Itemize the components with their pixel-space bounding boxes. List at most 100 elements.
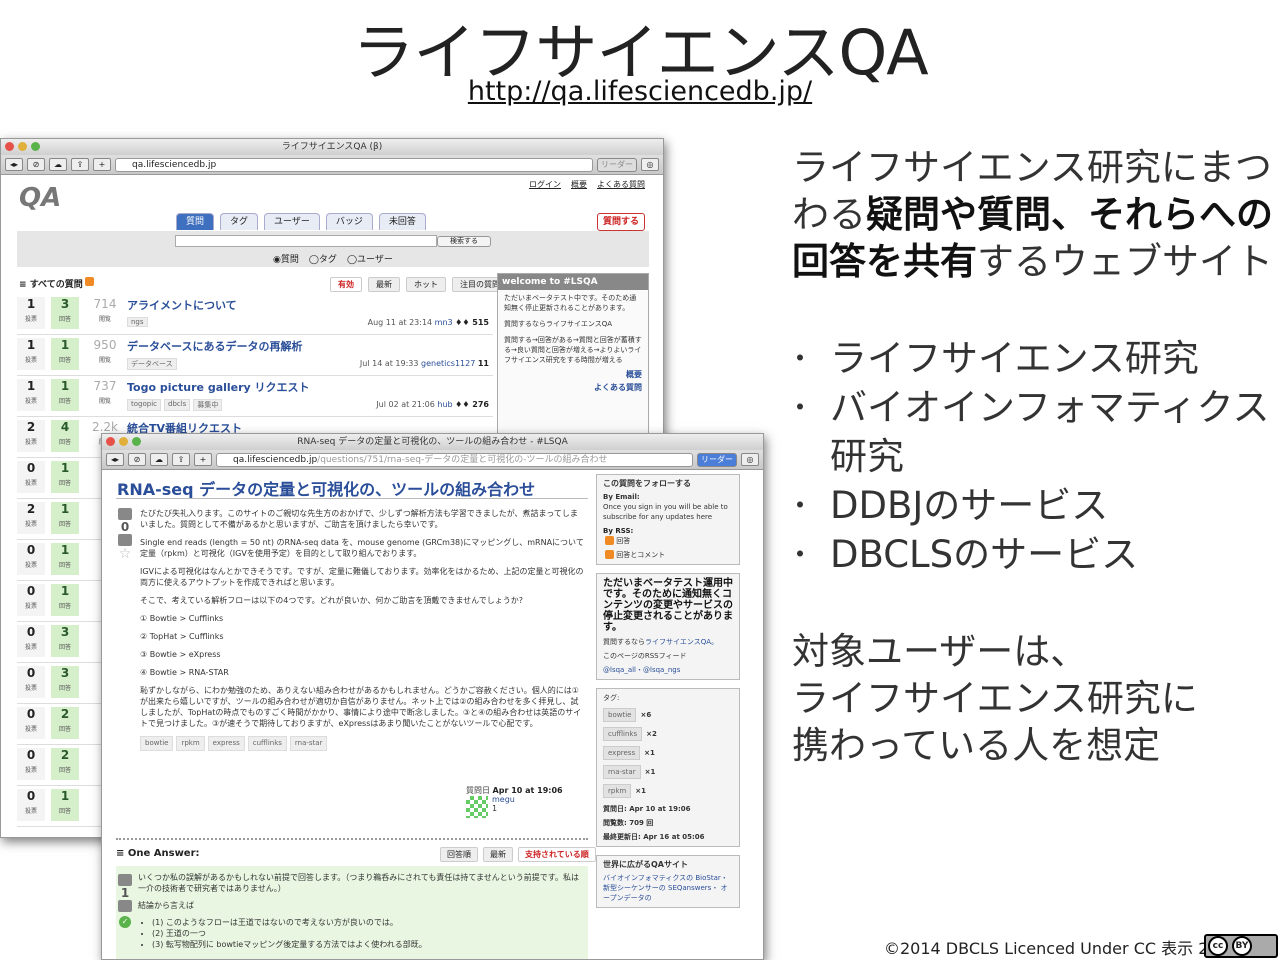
asker-link[interactable]: megu (492, 795, 515, 804)
tag[interactable]: dbcls (164, 399, 191, 411)
tag[interactable]: rna-star (603, 765, 641, 779)
question-title-link[interactable]: Togo picture gallery リクエスト (127, 379, 310, 395)
new-tab-icon[interactable]: + (194, 453, 212, 466)
desc-line-3: 回答を共有するウェブサイト (792, 240, 1273, 283)
welcome-text: ただいまベータテスト中です。そのため通知無く停止更新されることがあります。 (504, 294, 637, 312)
rss-feed-link[interactable]: このページのRSSフィード (603, 651, 733, 661)
ask-link[interactable]: ライフサイエンスQA。 (645, 638, 718, 646)
cloud-icon[interactable]: ☁ (49, 158, 67, 171)
reader-button[interactable]: リーダー (597, 157, 637, 172)
minimize-icon[interactable] (119, 437, 128, 446)
vote-up-icon[interactable] (118, 508, 132, 520)
minimize-icon[interactable] (18, 142, 27, 151)
back-forward-icon[interactable]: ◂▸ (106, 453, 124, 466)
history-icon[interactable]: ⊘ (128, 453, 146, 466)
close-icon[interactable] (106, 437, 115, 446)
cloud-icon[interactable]: ☁ (150, 453, 168, 466)
tag[interactable]: bowtie (140, 736, 174, 751)
tag[interactable]: rpkm (603, 784, 632, 798)
tag[interactable]: 募集中 (193, 399, 223, 411)
reader-button[interactable]: リーダー (697, 452, 737, 467)
vote-down-icon[interactable] (118, 900, 132, 912)
tab-questions[interactable]: 質問 (176, 213, 215, 230)
faq-link[interactable]: よくある質問 (597, 179, 645, 190)
search-bar: 検索する ◉質問 ◯タグ ◯ユーザー (17, 231, 649, 267)
sort-newest[interactable]: 最新 (483, 847, 513, 862)
browser-toolbar: ◂▸ ⊘ ☁ ⇪ + qa.lifesciencedb.jp リーダー ◎ (1, 155, 663, 175)
question-title-link[interactable]: データベースにあるデータの再解析 (127, 338, 302, 354)
answer-vote: 1 ✓ (118, 874, 132, 928)
tag[interactable]: データベース (127, 358, 177, 370)
close-icon[interactable] (5, 142, 14, 151)
faq-link[interactable]: よくある質問 (498, 381, 648, 394)
radio-question[interactable]: ◉質問 (273, 252, 299, 265)
tag[interactable]: cufflinks (603, 727, 643, 741)
new-tab-icon[interactable]: + (93, 158, 111, 171)
vote-count: 2 投票 (17, 420, 45, 452)
sort-hot[interactable]: ホット (406, 277, 446, 292)
tag[interactable]: bowtie (603, 708, 637, 722)
tag[interactable]: ngs (127, 317, 148, 327)
cc-license-icon: cc BY (1204, 934, 1278, 958)
window-controls[interactable] (5, 142, 40, 151)
vote-up-icon[interactable] (118, 874, 132, 886)
flow-item: ② TopHat > Cufflinks (140, 632, 224, 641)
site-logo[interactable]: QA (19, 183, 61, 213)
share-icon[interactable]: ⇪ (71, 158, 89, 171)
share-icon[interactable]: ⇪ (172, 453, 190, 466)
tab-users[interactable]: ユーザー (264, 213, 320, 230)
tag[interactable]: togopic (127, 399, 161, 411)
question-paragraph: 恥ずかしながら、にわか勉強のため、ありえない組み合わせがあるかもしれません。どう… (140, 686, 582, 728)
user-link[interactable]: mn3 (435, 318, 453, 327)
vote-down-icon[interactable] (118, 534, 132, 546)
address-bar[interactable]: qa.lifesciencedb.jp/questions/751/rna-se… (216, 452, 693, 467)
sort-votes[interactable]: 支持されている順 (518, 847, 596, 862)
user-avatar[interactable] (466, 796, 488, 818)
about-link[interactable]: 概要 (498, 368, 648, 381)
twitter-links[interactable]: @lsqa_all・@lsqa_ngs (603, 665, 733, 675)
login-link[interactable]: ログイン (529, 179, 561, 190)
tag[interactable]: cufflinks (247, 736, 287, 751)
search-button[interactable]: 検索する (437, 236, 491, 247)
sort-oldest[interactable]: 回答順 (440, 847, 478, 862)
radio-user[interactable]: ◯ユーザー (347, 252, 393, 265)
back-forward-icon[interactable]: ◂▸ (5, 158, 23, 171)
world-links[interactable]: バイオインフォマティクスの BioStar・ 新型シーケンサーの SEQansw… (603, 873, 733, 903)
search-input[interactable] (175, 235, 437, 247)
window-controls[interactable] (106, 437, 141, 446)
question-row[interactable]: 1 投票 1 回答 737 閲覧 Togo picture gallery リクエスト tog… (17, 376, 493, 417)
rss-comments-link[interactable]: 回答とコメント (603, 550, 733, 560)
download-icon[interactable]: ◎ (641, 158, 659, 171)
user-link[interactable]: hub (437, 400, 452, 409)
tag[interactable]: express (603, 746, 641, 760)
vote-count: 1 投票 (17, 338, 45, 370)
tab-unanswered[interactable]: 未回答 (378, 213, 426, 230)
question-title[interactable]: RNA-seq データの定量と可視化の、ツールの組み合わせ (117, 476, 535, 500)
rss-icon[interactable] (84, 277, 94, 286)
zoom-icon[interactable] (31, 142, 40, 151)
zoom-icon[interactable] (132, 437, 141, 446)
download-icon[interactable]: ◎ (741, 453, 759, 466)
tag[interactable]: rpkm (176, 736, 205, 751)
rss-answers-link[interactable]: 回答 (603, 536, 733, 546)
about-link[interactable]: 概要 (571, 179, 587, 190)
tag[interactable]: rna-star (289, 736, 328, 751)
tab-badges[interactable]: バッジ (325, 213, 373, 230)
welcome-title: welcome to #LSQA (498, 274, 648, 290)
answer-count: 1 回答 (51, 543, 79, 575)
nav-tabs: 質問 タグ ユーザー バッジ 未回答 (176, 213, 426, 230)
slide-url[interactable]: http://qa.lifesciencedb.jp/ (0, 76, 1280, 107)
sort-newest[interactable]: 最新 (368, 277, 400, 292)
question-title-link[interactable]: アライメントについて (127, 297, 237, 313)
sort-active[interactable]: 有効 (330, 277, 362, 292)
radio-tag[interactable]: ◯タグ (309, 252, 337, 265)
user-link[interactable]: genetics1127 (421, 359, 475, 368)
tag[interactable]: express (207, 736, 245, 751)
address-bar[interactable]: qa.lifesciencedb.jp (115, 157, 593, 172)
tab-tags[interactable]: タグ (220, 213, 259, 230)
history-icon[interactable]: ⊘ (27, 158, 45, 171)
ask-question-button[interactable]: 質問する (597, 213, 645, 231)
question-row[interactable]: 1 投票 1 回答 950 閲覧 データベースにあるデータの再解析 データベース Jul 14 … (17, 335, 493, 376)
question-row[interactable]: 1 投票 3 回答 714 閲覧 アライメントについて ngs Aug 11 at 23:14 … (17, 294, 493, 335)
favorite-star-icon[interactable]: ☆ (118, 546, 132, 562)
